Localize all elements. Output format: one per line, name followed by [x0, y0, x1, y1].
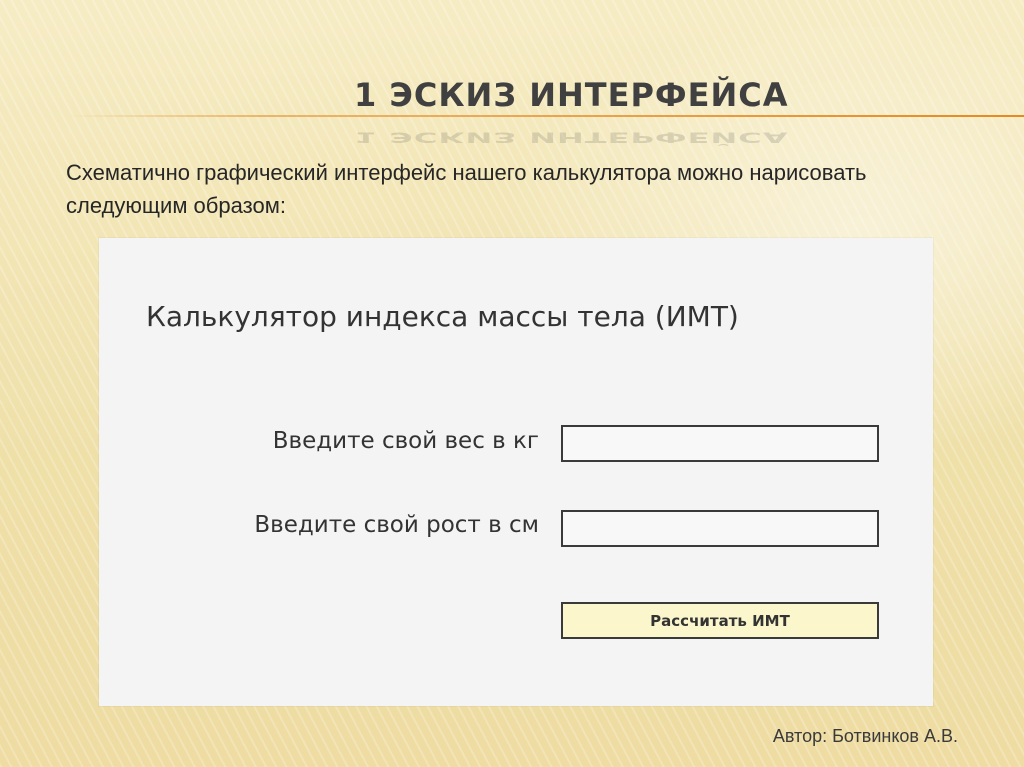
interface-sketch-panel: Калькулятор индекса массы тела (ИМТ) Вве… [99, 238, 933, 706]
slide-title-area: 1 ЭСКИЗ ИНТЕРФЕЙСА 1 ЭСКИЗ ИНТЕРФЕЙСА [0, 60, 1024, 146]
slide-title-reflection: 1 ЭСКИЗ ИНТЕРФЕЙСА [354, 128, 789, 146]
intro-text: Схематично графический интерфейс нашего … [66, 160, 867, 218]
height-input[interactable] [561, 510, 879, 547]
height-label: Введите свой рост в см [254, 512, 539, 538]
author-credit: Автор: Ботвинков А.В. [772, 726, 958, 746]
weight-label: Введите свой вес в кг [272, 428, 539, 454]
calculate-bmi-button[interactable]: Рассчитать ИМТ [561, 602, 879, 639]
slide-title: 1 ЭСКИЗ ИНТЕРФЕЙСА [354, 76, 789, 114]
calculator-heading: Калькулятор индекса массы тела (ИМТ) [146, 300, 739, 333]
title-underline [66, 115, 1024, 117]
weight-input[interactable] [561, 425, 879, 462]
